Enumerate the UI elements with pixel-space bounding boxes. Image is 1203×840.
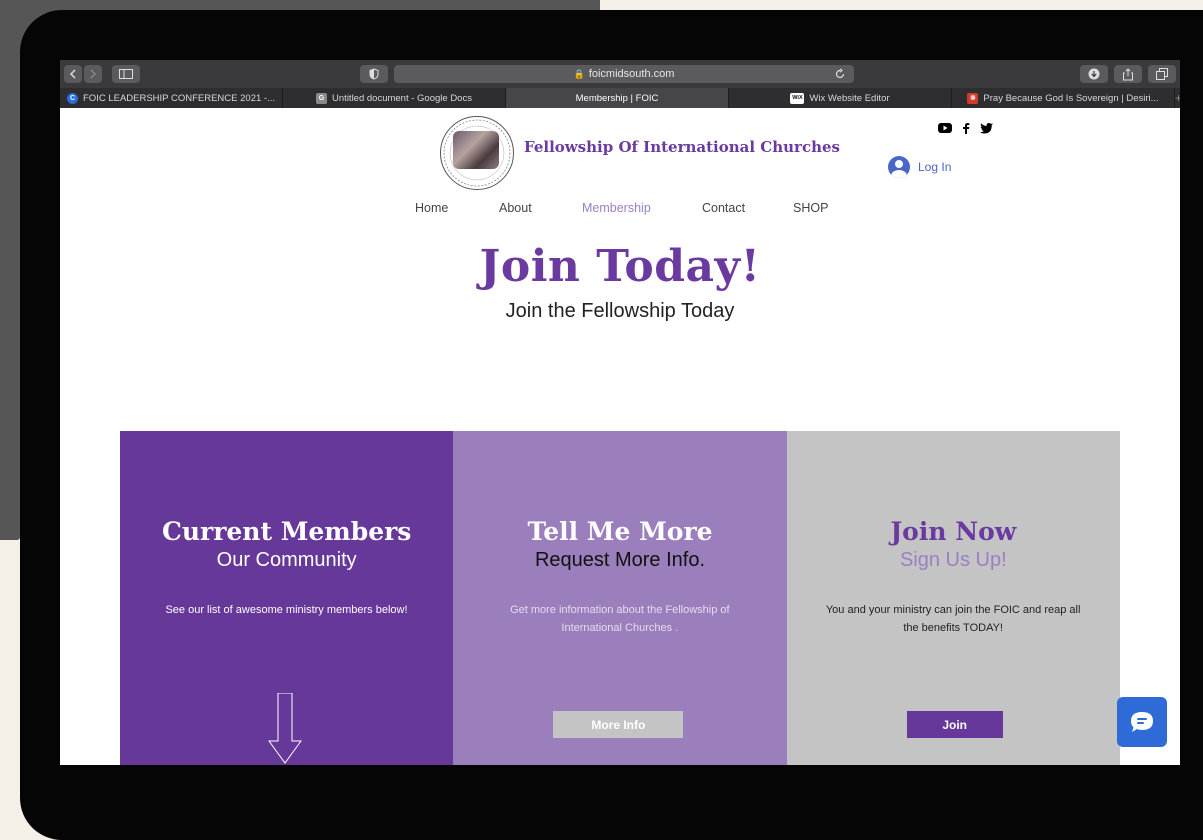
browser-toolbar: 🔒 foicmidsouth.com: [60, 60, 1180, 89]
facebook-icon[interactable]: [962, 122, 970, 134]
back-button[interactable]: [64, 65, 82, 83]
chat-button[interactable]: [1117, 697, 1167, 747]
chevron-right-icon: [90, 69, 97, 79]
tab-label: Wix Website Editor: [809, 92, 890, 104]
column-subtitle: Sign Us Up!: [899, 549, 1007, 571]
column-current-members: Current Members Our Community See our li…: [120, 431, 454, 765]
chevron-left-icon: [69, 69, 76, 79]
column-title: Current Members: [161, 517, 412, 546]
site-title[interactable]: Fellowship Of International Churches: [524, 138, 840, 156]
tab-3[interactable]: WiX Wix Website Editor: [729, 88, 952, 108]
tab-label: Membership | FOIC: [575, 92, 659, 104]
column-subtitle: Our Community: [216, 549, 357, 571]
column-subtitle: Request More Info.: [534, 549, 706, 571]
user-avatar-icon: [888, 156, 910, 178]
download-icon: [1088, 68, 1100, 80]
tabs-overview-button[interactable]: [1148, 65, 1176, 83]
logo-photo-icon: [453, 131, 499, 169]
nav-item-membership[interactable]: Membership: [582, 201, 651, 215]
downloads-button[interactable]: [1080, 65, 1108, 83]
arrow-down-icon[interactable]: [267, 693, 303, 765]
site-logo[interactable]: [440, 116, 514, 190]
column-tell-me-more: Tell Me More Request More Info. Get more…: [453, 431, 787, 765]
tab-favicon-icon: C: [67, 92, 78, 104]
column-title: Tell Me More: [527, 517, 713, 546]
share-button[interactable]: [1114, 65, 1142, 83]
reload-button[interactable]: [830, 65, 850, 83]
tab-1[interactable]: G Untitled document - Google Docs: [283, 88, 506, 108]
column-text: See our list of awesome ministry members…: [165, 604, 408, 616]
tab-label: FOIC LEADERSHIP CONFERENCE 2021 -...: [83, 92, 275, 104]
tab-2[interactable]: Membership | FOIC: [506, 88, 729, 108]
forward-button[interactable]: [84, 65, 102, 83]
nav-item-home[interactable]: Home: [415, 201, 448, 215]
page-subtitle: Join the Fellowship Today: [505, 300, 735, 322]
social-links: [938, 122, 993, 134]
tab-label: Untitled document - Google Docs: [332, 92, 472, 104]
tabs-icon: [1156, 68, 1168, 80]
column-text: You and your ministry can join the FOIC …: [825, 604, 1081, 634]
sidebar-icon: [119, 69, 133, 79]
twitter-icon[interactable]: [980, 122, 993, 134]
lock-icon: 🔒: [573, 68, 585, 79]
browser-window: 🔒 foicmidsouth.com C FOIC LEADERSHIP CON…: [60, 60, 1180, 765]
nav-item-shop[interactable]: SHOP: [793, 201, 828, 215]
address-bar[interactable]: 🔒 foicmidsouth.com: [394, 65, 854, 83]
nav-item-about[interactable]: About: [499, 201, 532, 215]
chat-bubble-icon: [1131, 712, 1153, 732]
column-title: Join Now: [890, 517, 1017, 546]
tab-0[interactable]: C FOIC LEADERSHIP CONFERENCE 2021 -...: [60, 88, 283, 108]
sidebar-toggle-button[interactable]: [112, 65, 140, 83]
column-text: Get more information about the Fellowshi…: [510, 604, 730, 634]
reload-icon: [835, 68, 845, 79]
column-join-now: Join Now Sign Us Up! You and your minist…: [786, 431, 1120, 765]
shield-icon: [369, 68, 379, 80]
tab-favicon-icon: ※: [967, 92, 979, 104]
login-label: Log In: [918, 160, 952, 174]
youtube-icon[interactable]: [938, 122, 952, 134]
tab-favicon-icon: WiX: [790, 92, 805, 104]
privacy-shield-button[interactable]: [360, 65, 388, 83]
web-page: Fellowship Of International Churches Log…: [60, 108, 1180, 765]
tab-bar: C FOIC LEADERSHIP CONFERENCE 2021 -... G…: [60, 88, 1180, 108]
page-title: Join Today!: [479, 241, 761, 292]
tab-label: Pray Because God Is Sovereign | Desiri..…: [983, 92, 1159, 104]
url-text: foicmidsouth.com: [588, 68, 675, 80]
new-tab-button[interactable]: +: [1175, 88, 1180, 108]
membership-columns: Current Members Our Community See our li…: [120, 431, 1120, 765]
main-nav: Home About Membership Contact SHOP: [400, 201, 840, 217]
tab-favicon-icon: G: [316, 92, 328, 104]
nav-item-contact[interactable]: Contact: [702, 201, 745, 215]
more-info-button[interactable]: More Info: [553, 711, 684, 738]
login-button[interactable]: Log In: [888, 156, 951, 178]
tab-4[interactable]: ※ Pray Because God Is Sovereign | Desiri…: [952, 88, 1175, 108]
share-icon: [1123, 67, 1133, 80]
join-button[interactable]: Join: [906, 711, 1003, 738]
